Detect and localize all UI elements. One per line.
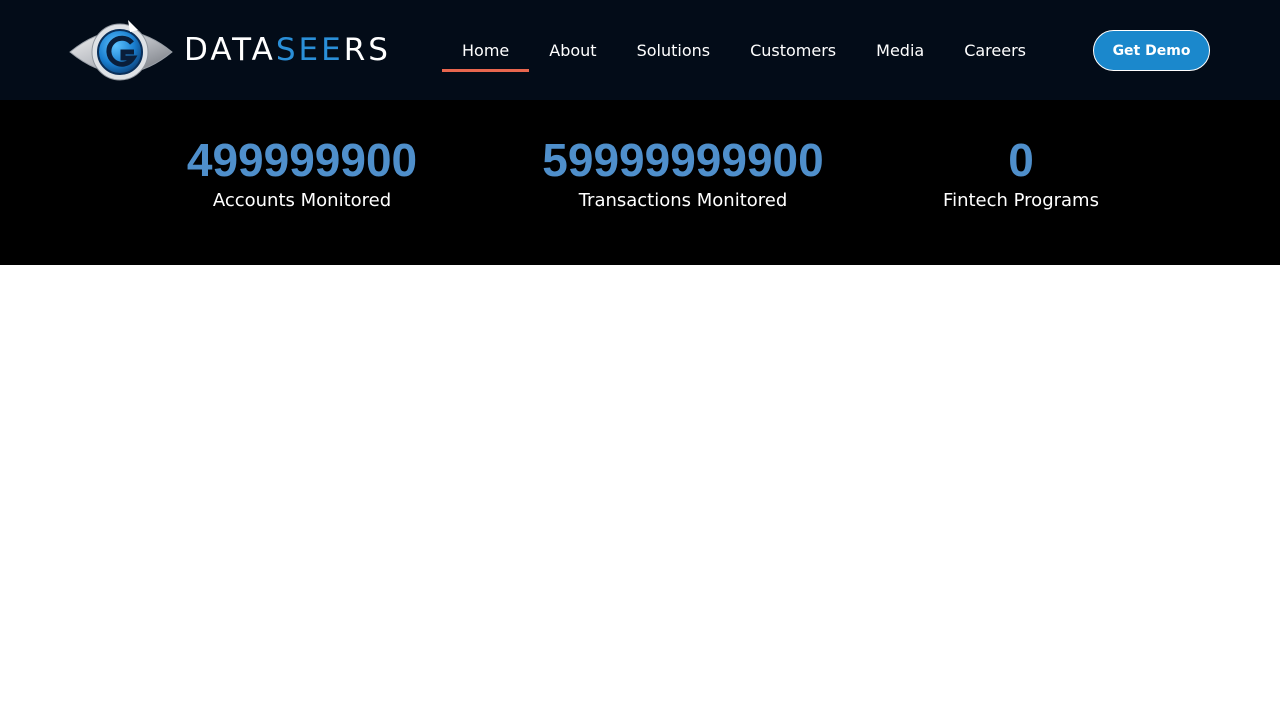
stat-value: 499999900 [186,134,418,186]
brand-name-prefix: DATA [184,31,276,68]
nav-item-customers[interactable]: Customers [730,0,856,100]
stats-section: 499999900 Accounts Monitored 59999999900… [0,100,1280,265]
brand-wordmark: DATASEERS [184,31,391,68]
stat-accounts: 499999900 Accounts Monitored [152,132,452,211]
site-logo[interactable]: DATASEERS [68,18,388,82]
stat-value: 59999999900 [542,134,824,186]
main-nav: Home About Solutions Customers Media Car… [442,0,1046,100]
stat-label: Accounts Monitored [212,190,392,211]
nav-item-about[interactable]: About [529,0,616,100]
brand-name-accent: SEE [275,31,344,68]
nav-item-careers[interactable]: Careers [944,0,1046,100]
nav-item-media[interactable]: Media [856,0,944,100]
brand-name-suffix: RS [343,31,391,68]
get-demo-button[interactable]: Get Demo [1093,30,1210,71]
stat-transactions: 59999999900 Transactions Monitored [533,132,833,211]
eye-g-logo-icon [69,20,173,81]
nav-item-solutions[interactable]: Solutions [617,0,731,100]
stat-value: 0 [1008,134,1034,186]
stat-label: Transactions Monitored [578,190,788,211]
site-header: DATASEERS Home About Solutions Customers… [0,0,1280,100]
stat-label: Fintech Programs [943,190,1099,211]
nav-item-home[interactable]: Home [442,0,530,100]
stat-fintech-programs: 0 Fintech Programs [871,132,1171,211]
